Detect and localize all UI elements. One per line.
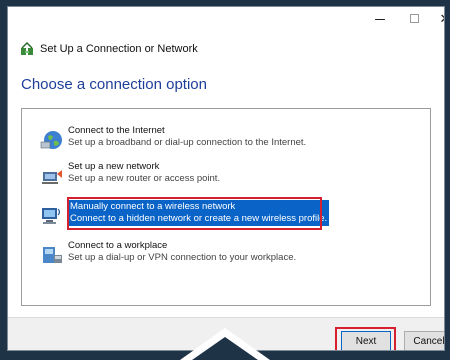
option-new-network[interactable]: Set up a new network Set up a new router… bbox=[22, 161, 430, 193]
network-setup-icon bbox=[21, 42, 33, 55]
option-text: Connect to the Internet Set up a broadba… bbox=[68, 125, 306, 149]
minimize-icon bbox=[375, 19, 385, 20]
option-description: Connect to a hidden network or create a … bbox=[70, 213, 328, 224]
option-title: Set up a new network bbox=[68, 161, 160, 172]
option-text: Set up a new network Set up a new router… bbox=[68, 161, 220, 185]
maximize-button[interactable] bbox=[403, 9, 427, 29]
option-workplace[interactable]: Connect to a workplace Set up a dial-up … bbox=[22, 240, 430, 272]
title-bar: ✕ bbox=[8, 7, 444, 33]
option-text: Connect to a workplace Set up a dial-up … bbox=[68, 240, 296, 264]
option-description: Set up a new router or access point. bbox=[68, 173, 221, 184]
option-text: Manually connect to a wireless network C… bbox=[68, 200, 330, 226]
connection-options-list: Connect to the Internet Set up a broadba… bbox=[21, 108, 431, 306]
wireless-computer-icon bbox=[42, 208, 61, 224]
option-title: Connect to a workplace bbox=[68, 240, 168, 251]
cancel-button[interactable]: Cancel bbox=[404, 331, 444, 350]
option-description: Set up a dial-up or VPN connection to yo… bbox=[68, 252, 297, 263]
option-connect-internet[interactable]: Connect to the Internet Set up a broadba… bbox=[22, 125, 430, 157]
close-icon: ✕ bbox=[440, 11, 444, 26]
window-title: Set Up a Connection or Network bbox=[40, 43, 198, 55]
option-title: Manually connect to a wireless network bbox=[70, 201, 236, 212]
globe-network-icon bbox=[40, 131, 62, 149]
close-button[interactable]: ✕ bbox=[433, 9, 444, 29]
decorative-arrow-shape bbox=[180, 328, 270, 360]
option-description: Set up a broadband or dial-up connection… bbox=[68, 137, 307, 148]
page-title: Choose a connection option bbox=[21, 76, 207, 93]
option-title: Connect to the Internet bbox=[68, 125, 165, 136]
router-icon bbox=[42, 170, 62, 184]
workplace-phone-icon bbox=[43, 247, 62, 263]
minimize-button[interactable] bbox=[368, 9, 392, 29]
setup-connection-window: ✕ Set Up a Connection or Network Choose … bbox=[7, 6, 445, 351]
wizard-header: Set Up a Connection or Network bbox=[20, 40, 198, 58]
maximize-icon bbox=[410, 14, 419, 23]
next-button[interactable]: Next bbox=[341, 331, 391, 350]
option-manual-wireless[interactable]: Manually connect to a wireless network C… bbox=[22, 200, 430, 232]
